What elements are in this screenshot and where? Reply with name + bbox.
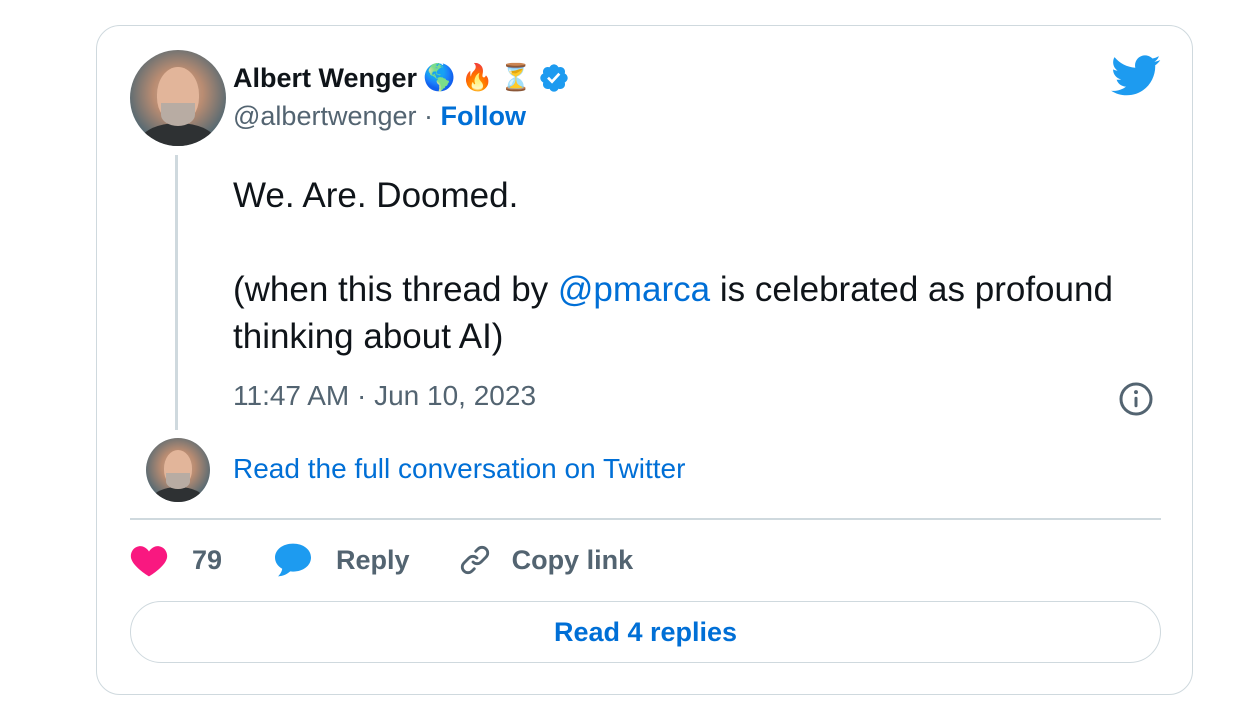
tweet-timestamp[interactable]: 11:47 AM · Jun 10, 2023	[233, 380, 536, 412]
reply-button[interactable]: Reply	[274, 542, 410, 578]
author-avatar[interactable]	[130, 50, 226, 146]
thread-line	[175, 155, 178, 430]
fire-emoji: 🔥	[461, 63, 494, 93]
divider	[130, 518, 1161, 520]
read-full-conversation-link[interactable]: Read the full conversation on Twitter	[233, 453, 685, 485]
twitter-bird-icon[interactable]	[1111, 55, 1161, 97]
tweet-line-1: We. Are. Doomed.	[233, 176, 519, 215]
copy-link-button[interactable]: Copy link	[458, 543, 634, 577]
read-replies-button[interactable]: Read 4 replies	[130, 601, 1161, 663]
globe-emoji: 🌎	[423, 63, 456, 93]
hourglass-emoji: ⏳	[499, 63, 533, 93]
reply-bubble-icon	[275, 543, 312, 577]
tweet-line-2-prefix: (when this thread by	[233, 270, 558, 309]
action-bar: 79 Reply Copy link	[130, 537, 633, 583]
follow-button[interactable]: Follow	[441, 101, 526, 131]
handle-separator: ·	[424, 101, 434, 131]
heart-icon	[130, 546, 168, 577]
like-button[interactable]: 79	[130, 543, 222, 577]
author-handle[interactable]: @albertwenger	[233, 101, 417, 131]
author-avatar-small[interactable]	[146, 438, 210, 502]
author-name-row: Albert Wenger 🌎 🔥 ⏳	[233, 58, 570, 98]
author-handle-row: @albertwenger · Follow	[233, 101, 526, 132]
like-count: 79	[192, 544, 223, 575]
tweet-text: We. Are. Doomed. (when this thread by @p…	[233, 172, 1133, 360]
reply-label: Reply	[336, 544, 410, 575]
info-icon[interactable]	[1118, 381, 1154, 417]
author-name[interactable]: Albert Wenger	[233, 63, 417, 94]
link-icon	[460, 545, 489, 575]
copy-link-label: Copy link	[511, 544, 634, 575]
mention-link[interactable]: @pmarca	[558, 270, 710, 309]
verified-badge-icon	[540, 64, 568, 92]
